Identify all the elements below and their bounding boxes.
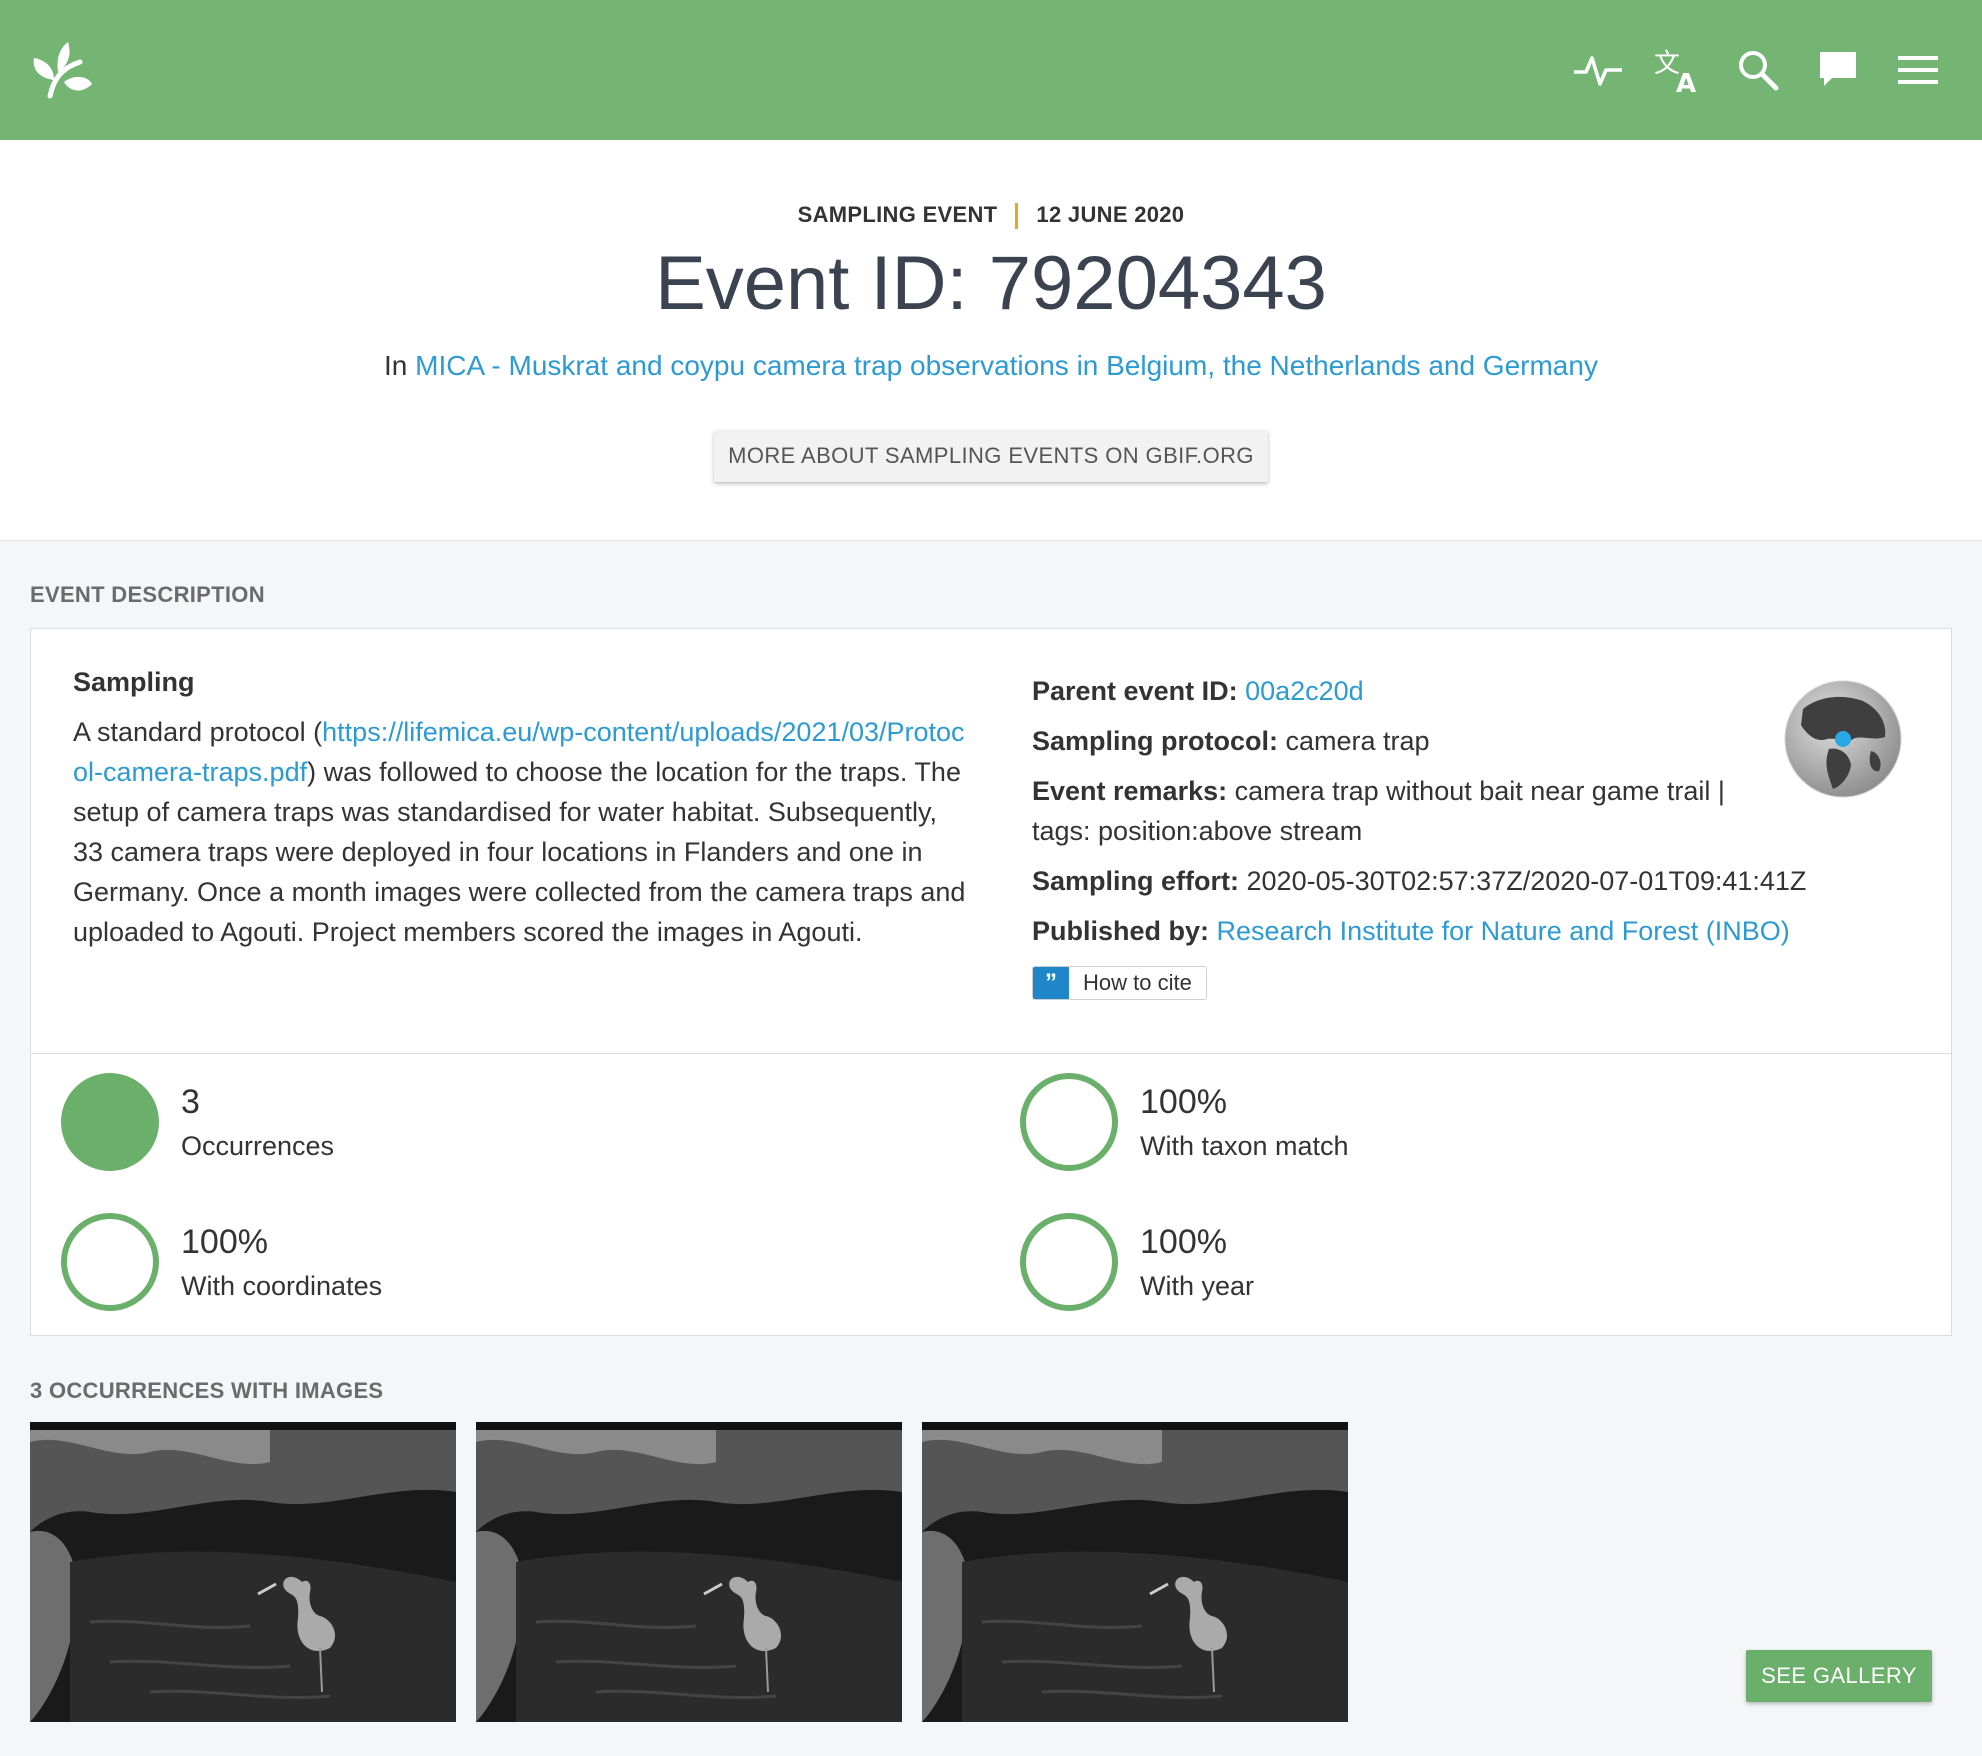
sampling-protocol-value: camera trap <box>1285 726 1430 756</box>
svg-text:A: A <box>1676 69 1696 96</box>
occurrences-chart-icon <box>61 1073 159 1171</box>
sampling-effort-row: Sampling effort: 2020-05-30T02:57:37Z/20… <box>1032 861 1932 901</box>
gbif-leaf-logo-icon[interactable] <box>28 38 94 104</box>
stat-occurrences[interactable]: 3 Occurrences <box>61 1073 661 1173</box>
sampling-description: Sampling A standard protocol (https://li… <box>73 667 973 952</box>
event-header: SAMPLING EVENT 12 JUNE 2020 Event ID: 792… <box>0 140 1982 541</box>
event-remarks-row: Event remarks: camera trap without bait … <box>1032 771 1772 851</box>
desc-prefix: A standard protocol ( <box>73 717 323 747</box>
published-by-label: Published by: <box>1032 916 1210 946</box>
taxon-match-chart-icon <box>1020 1073 1118 1171</box>
occurrence-image[interactable] <box>476 1422 902 1722</box>
publisher-link[interactable]: Research Institute for Nature and Forest… <box>1217 916 1790 946</box>
activity-icon[interactable] <box>1572 44 1624 96</box>
page-title: Event ID: 79204343 <box>655 241 1327 326</box>
stat-label: With taxon match <box>1140 1131 1349 1161</box>
dataset-line: In MICA - Muskrat and coypu camera trap … <box>0 350 1982 382</box>
sampling-heading: Sampling <box>73 667 195 697</box>
parent-event-row: Parent event ID: 00a2c20d <box>1032 671 1792 711</box>
stat-value: 100% <box>181 1223 268 1261</box>
event-description-card: Sampling A standard protocol (https://li… <box>30 628 1952 1336</box>
globe-map-icon[interactable] <box>1783 679 1903 799</box>
kicker-type: SAMPLING EVENT <box>797 202 998 227</box>
stat-year[interactable]: 100% With year <box>1020 1213 1620 1313</box>
stat-coordinates[interactable]: 100% With coordinates <box>61 1213 661 1313</box>
stat-value: 100% <box>1140 1223 1227 1261</box>
search-icon[interactable] <box>1732 44 1784 96</box>
sampling-text: A standard protocol (https://lifemica.eu… <box>73 712 973 952</box>
sampling-protocol-row: Sampling protocol: camera trap <box>1032 721 1792 761</box>
occurrences-with-images-heading: 3 OCCURRENCES WITH IMAGES <box>30 1378 384 1403</box>
how-to-cite-button[interactable]: ” How to cite <box>1032 966 1207 1000</box>
occurrence-image[interactable] <box>30 1422 456 1722</box>
coordinates-chart-icon <box>61 1213 159 1311</box>
how-to-cite-label: How to cite <box>1083 970 1192 995</box>
event-kicker: SAMPLING EVENT 12 JUNE 2020 <box>0 202 1982 230</box>
translate-icon[interactable]: 文 A <box>1652 44 1704 96</box>
kicker-date: 12 JUNE 2020 <box>1036 202 1185 227</box>
sampling-protocol-label: Sampling protocol: <box>1032 726 1278 756</box>
stat-label: With year <box>1140 1271 1255 1301</box>
stat-taxon-match[interactable]: 100% With taxon match <box>1020 1073 1620 1173</box>
event-details: Sampling A standard protocol (https://li… <box>31 629 1951 1054</box>
sampling-effort-value: 2020-05-30T02:57:37Z/2020-07-01T09:41:41… <box>1246 866 1807 896</box>
stat-label: Occurrences <box>181 1131 335 1161</box>
feedback-icon[interactable] <box>1812 44 1864 96</box>
event-metadata: Parent event ID: 00a2c20d Sampling proto… <box>1032 671 1806 1001</box>
menu-icon[interactable] <box>1892 44 1944 96</box>
dataset-prefix: In <box>384 350 416 381</box>
kicker-separator <box>1015 203 1019 230</box>
event-description-heading: EVENT DESCRIPTION <box>30 582 265 607</box>
more-about-sampling-events-button[interactable]: MORE ABOUT SAMPLING EVENTS ON GBIF.ORG <box>714 430 1268 482</box>
sampling-effort-label: Sampling effort: <box>1032 866 1239 896</box>
year-chart-icon <box>1020 1213 1118 1311</box>
dataset-link[interactable]: MICA - Muskrat and coypu camera trap obs… <box>415 350 1598 381</box>
stat-value: 100% <box>1140 1083 1227 1121</box>
event-remarks-label: Event remarks: <box>1032 776 1228 806</box>
see-gallery-button[interactable]: SEE GALLERY <box>1746 1650 1932 1702</box>
parent-event-label: Parent event ID: <box>1032 676 1238 706</box>
quote-icon: ” <box>1033 967 1069 999</box>
stat-value: 3 <box>181 1083 200 1121</box>
image-gallery <box>30 1422 1348 1722</box>
parent-event-link[interactable]: 00a2c20d <box>1245 676 1364 706</box>
stat-label: With coordinates <box>181 1271 383 1301</box>
published-by-row: Published by: Research Institute for Nat… <box>1032 911 1932 951</box>
occurrence-image[interactable] <box>922 1422 1348 1722</box>
top-navigation-bar: 文 A <box>0 0 1982 140</box>
